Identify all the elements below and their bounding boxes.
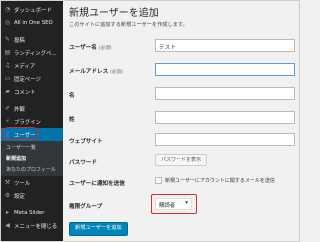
sidebar-item-metaslider[interactable]: ▸ Meta Slider bbox=[1, 206, 63, 219]
password-row: パスワード パスワードを表示 bbox=[69, 154, 297, 170]
website-label: ウェブサイト bbox=[69, 139, 103, 145]
sidebar-item-tools[interactable]: ⚒ ツール bbox=[1, 176, 63, 189]
users-submenu: ユーザー一覧 新規追加 あなたのプロフィール bbox=[1, 141, 63, 176]
page-description: このサイトに追加する新規ユーザーを作成します。 bbox=[69, 22, 188, 28]
sidebar-item-label: 固定ページ bbox=[14, 76, 41, 83]
gauge-icon: ◔ bbox=[4, 6, 11, 13]
sidebar-item-label: 外観 bbox=[14, 106, 25, 113]
email-row: メールアドレス (必須) bbox=[69, 63, 297, 79]
admin-sidebar: ◔ ダッシュボード ◎ All in One SEO ✎ 投稿 ▤ ランディング… bbox=[1, 1, 63, 241]
required-note: (必須) bbox=[110, 70, 123, 75]
sidebar-item-label: 投稿 bbox=[14, 37, 25, 44]
highlight-circle bbox=[2, 127, 39, 140]
lastname-row: 姓 bbox=[69, 111, 297, 127]
username-input[interactable]: テスト bbox=[155, 39, 295, 52]
sidebar-item-label: All in One SEO bbox=[14, 19, 53, 26]
role-select[interactable]: 購読者 ▾ bbox=[155, 198, 192, 210]
pin-icon: ✎ bbox=[4, 36, 11, 43]
username-row: ユーザー名 (必須) テスト bbox=[69, 39, 297, 55]
website-row: ウェブサイト bbox=[69, 133, 297, 149]
sidebar-item-label: 設定 bbox=[14, 193, 25, 200]
lastname-label: 姓 bbox=[69, 117, 75, 123]
firstname-label: 名 bbox=[69, 93, 75, 99]
slider-icon: ▸ bbox=[5, 209, 9, 216]
sidebar-item-pages[interactable]: ▭ 固定ページ bbox=[1, 72, 63, 85]
collapse-icon: ◀ bbox=[5, 222, 10, 229]
sidebar-item-comments[interactable]: ▰ コメント bbox=[1, 85, 63, 98]
notify-option[interactable]: 新規ユーザーにアカウントに関するメールを送信 bbox=[155, 177, 275, 184]
notify-row: ユーザーに通知を送信 新規ユーザーにアカウントに関するメールを送信 bbox=[69, 175, 297, 191]
comment-icon: ▰ bbox=[5, 88, 10, 95]
sidebar-item-label: Meta Slider bbox=[14, 209, 45, 216]
seo-icon: ◎ bbox=[4, 19, 11, 26]
notify-text: 新規ユーザーにアカウントに関するメールを送信 bbox=[165, 178, 275, 184]
notify-checkbox[interactable] bbox=[155, 177, 162, 184]
media-icon: ♫ bbox=[4, 62, 11, 69]
sidebar-item-label: ランディングペ... bbox=[14, 50, 57, 57]
sidebar-item-posts[interactable]: ✎ 投稿 bbox=[1, 33, 63, 46]
sidebar-item-seo[interactable]: ◎ All in One SEO bbox=[1, 16, 63, 29]
password-label: パスワード bbox=[69, 160, 97, 166]
submenu-user-list[interactable]: ユーザー一覧 bbox=[1, 142, 63, 153]
chevron-down-icon: ▾ bbox=[185, 200, 188, 206]
sidebar-item-settings[interactable]: ⚙ 設定 bbox=[1, 189, 63, 202]
sidebar-item-label: プラグイン bbox=[14, 119, 41, 126]
sidebar-item-media[interactable]: ♫ メディア bbox=[1, 59, 63, 72]
settings-icon: ⚙ bbox=[4, 192, 11, 199]
submenu-label: 新規追加 bbox=[6, 156, 27, 162]
brush-icon: ✐ bbox=[4, 105, 11, 112]
sidebar-item-users[interactable]: 👤 ユーザー bbox=[1, 127, 63, 141]
landing-icon: ▤ bbox=[4, 49, 11, 56]
sidebar-item-label: ダッシュボード bbox=[14, 7, 52, 14]
window: ◔ ダッシュボード ◎ All in One SEO ✎ 投稿 ▤ ランディング… bbox=[0, 0, 300, 242]
required-note: (必須) bbox=[98, 46, 112, 51]
email-label: メールアドレス (必須) bbox=[69, 69, 123, 75]
wrench-icon: ⚒ bbox=[4, 179, 11, 186]
username-label: ユーザー名 (必須) bbox=[69, 45, 112, 51]
main-content: 新規ユーザーを追加 このサイトに追加する新規ユーザーを作成します。 ユーザー名 … bbox=[64, 1, 299, 241]
sidebar-item-label: ツール bbox=[14, 180, 31, 187]
notify-label: ユーザーに通知を送信 bbox=[69, 181, 125, 187]
lastname-input[interactable] bbox=[155, 111, 295, 124]
sidebar-item-appearance[interactable]: ✐ 外観 bbox=[1, 102, 63, 115]
role-label: 権限グループ bbox=[69, 204, 103, 210]
submenu-profile[interactable]: あなたのプロフィール bbox=[1, 164, 63, 175]
submenu-label: あなたのプロフィール bbox=[6, 167, 56, 173]
firstname-row: 名 bbox=[69, 87, 297, 103]
email-input[interactable] bbox=[155, 63, 295, 76]
page-title: 新規ユーザーを追加 bbox=[69, 8, 159, 19]
submenu-label: ユーザー一覧 bbox=[6, 145, 36, 151]
sidebar-item-label: メニューを閉じる bbox=[14, 223, 58, 230]
page-icon: ▭ bbox=[4, 75, 11, 82]
role-row: 権限グループ 購読者 ▾ bbox=[69, 194, 297, 214]
plugin-icon: ⚡ bbox=[5, 118, 10, 125]
add-user-button[interactable]: 新規ユーザーを追加 bbox=[69, 222, 128, 236]
show-password-button[interactable]: パスワードを表示 bbox=[155, 154, 208, 166]
firstname-input[interactable] bbox=[155, 87, 295, 100]
sidebar-item-collapse[interactable]: ◀ メニューを閉じる bbox=[1, 219, 63, 232]
sidebar-item-label: メディア bbox=[14, 63, 36, 70]
submenu-add-new[interactable]: 新規追加 bbox=[1, 153, 63, 164]
sidebar-item-label: コメント bbox=[14, 89, 36, 96]
sidebar-item-dashboard[interactable]: ◔ ダッシュボード bbox=[1, 3, 63, 16]
sidebar-item-landing[interactable]: ▤ ランディングペ... bbox=[1, 46, 63, 59]
website-input[interactable] bbox=[155, 133, 295, 146]
